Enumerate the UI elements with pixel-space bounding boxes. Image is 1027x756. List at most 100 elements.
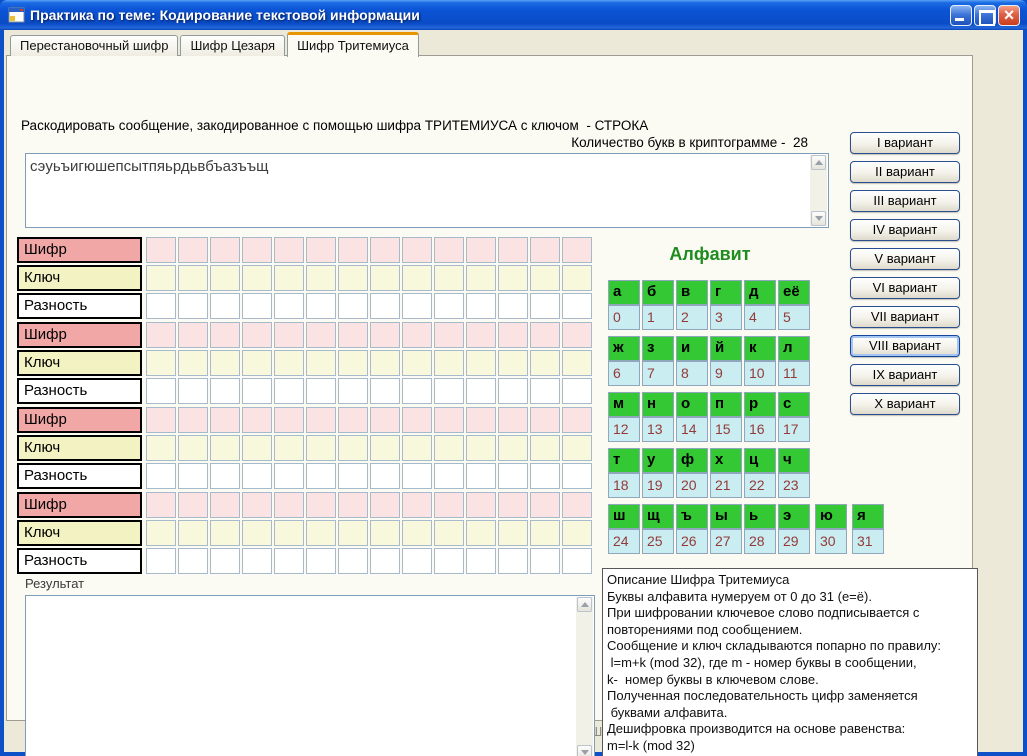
- alphabet-number-cell: 3: [710, 305, 742, 330]
- cipher-cell: [242, 548, 272, 574]
- cipher-cell: [562, 435, 592, 461]
- alphabet-number-cell: 2: [676, 305, 708, 330]
- cipher-cell: [306, 293, 336, 319]
- cipher-row: Разность: [17, 378, 594, 404]
- maximize-button[interactable]: [974, 5, 996, 26]
- scroll-up-button[interactable]: [577, 597, 592, 612]
- cipher-cell: [338, 520, 368, 546]
- alphabet-number-row: 67891011: [608, 361, 886, 386]
- tab-3[interactable]: Шифр Тритемиуса: [287, 32, 419, 57]
- cipher-cell: [434, 293, 464, 319]
- cipher-cell: [306, 520, 336, 546]
- alphabet-number-cell: 22: [744, 473, 776, 498]
- alphabet-number-cell: 12: [608, 417, 640, 442]
- cipher-cell: [210, 350, 240, 376]
- cipher-cell: [498, 293, 528, 319]
- cipher-cell: [178, 520, 208, 546]
- cipher-row: Шифр: [17, 322, 594, 348]
- variant-button-5[interactable]: V вариант: [850, 248, 960, 270]
- cipher-row-label: Шифр: [17, 492, 142, 518]
- cipher-cell: [530, 293, 560, 319]
- cipher-row: Шифр: [17, 407, 594, 433]
- cipher-cell: [402, 350, 432, 376]
- cipher-cell: [338, 463, 368, 489]
- cipher-cell: [338, 435, 368, 461]
- cipher-cell: [274, 548, 304, 574]
- scroll-down-icon: [581, 750, 589, 755]
- cipher-cell: [498, 463, 528, 489]
- alphabet-letter-cell: с: [778, 392, 810, 417]
- ciphertext-textarea[interactable]: сэуьъигюшепсытпяьрдьвбъазъъщ: [25, 153, 829, 228]
- close-button[interactable]: [998, 5, 1020, 26]
- alphabet-letter-cell: ю: [815, 504, 847, 529]
- tab-1[interactable]: Перестановочный шифр: [10, 35, 178, 56]
- cipher-cell: [210, 293, 240, 319]
- cipher-cell: [434, 548, 464, 574]
- cipher-cell: [274, 322, 304, 348]
- cipher-cell: [498, 435, 528, 461]
- cipher-row-cells: [146, 350, 594, 376]
- cipher-cell: [146, 378, 176, 404]
- cipher-cell: [434, 237, 464, 263]
- description-line: l=m+k (mod 32), где m - номер буквы в со…: [607, 655, 973, 672]
- variant-button-3[interactable]: III вариант: [850, 190, 960, 212]
- cipher-cell: [274, 265, 304, 291]
- description-line: Сообщение и ключ складываются попарно по…: [607, 638, 973, 655]
- alphabet-number-cell: 27: [710, 529, 742, 554]
- cipher-worktable: ШифрКлючРазностьШифрКлючРазностьШифрКлюч…: [17, 237, 594, 577]
- cipher-cell: [466, 378, 496, 404]
- cipher-cell: [562, 237, 592, 263]
- alphabet-letter-cell: т: [608, 448, 640, 473]
- cipher-cell: [402, 293, 432, 319]
- cipher-cell: [370, 492, 400, 518]
- result-textarea[interactable]: [25, 595, 595, 756]
- cipher-row-label: Ключ: [17, 520, 142, 546]
- alphabet-letter-cell: ж: [608, 336, 640, 361]
- cipher-cell: [338, 407, 368, 433]
- alphabet-letter-cell: её: [778, 280, 810, 305]
- cipher-cell: [274, 378, 304, 404]
- description-line: m=l-k (mod 32): [607, 738, 973, 755]
- cipher-cell: [402, 407, 432, 433]
- cipher-cell: [146, 407, 176, 433]
- cipher-cell: [210, 265, 240, 291]
- alphabet-number-cell: 17: [778, 417, 810, 442]
- cipher-cell: [402, 322, 432, 348]
- cipher-row: Разность: [17, 548, 594, 574]
- alphabet-number-cell: 15: [710, 417, 742, 442]
- alphabet-row-pair: туфхцч181920212223: [608, 448, 886, 498]
- alphabet-number-cell: 26: [676, 529, 708, 554]
- cipher-cell: [338, 492, 368, 518]
- cipher-cell: [434, 492, 464, 518]
- alphabet-letter-cell: ъ: [676, 504, 708, 529]
- cipher-cell: [530, 520, 560, 546]
- variant-button-1[interactable]: I вариант: [850, 132, 960, 154]
- cipher-cell: [146, 293, 176, 319]
- cipher-cell: [562, 350, 592, 376]
- tab-2[interactable]: Шифр Цезаря: [180, 35, 285, 56]
- variant-button-2[interactable]: II вариант: [850, 161, 960, 183]
- cipher-cell: [274, 350, 304, 376]
- alphabet-letter-row: туфхцч: [608, 448, 886, 473]
- scroll-down-button[interactable]: [811, 211, 826, 226]
- alphabet-number-cell: 19: [642, 473, 674, 498]
- cipher-cell: [146, 492, 176, 518]
- cipher-cell: [306, 237, 336, 263]
- cipher-cell: [370, 350, 400, 376]
- cipher-cell: [370, 548, 400, 574]
- scroll-down-button[interactable]: [577, 745, 592, 756]
- cipher-cell: [306, 435, 336, 461]
- cipher-cell: [274, 293, 304, 319]
- letter-count-label: Количество букв в криптограмме - 28: [507, 135, 808, 150]
- alphabet-letter-row: жзийкл: [608, 336, 886, 361]
- alphabet-number-cell: 4: [744, 305, 776, 330]
- scroll-up-button[interactable]: [811, 155, 826, 170]
- task-instruction: Раскодировать сообщение, закодированное …: [21, 118, 648, 133]
- minimize-button[interactable]: [950, 5, 972, 26]
- alphabet-letter-cell: э: [778, 504, 810, 529]
- cipher-cell: [466, 407, 496, 433]
- cipher-cell: [306, 265, 336, 291]
- vertical-scrollbar[interactable]: [576, 597, 593, 756]
- vertical-scrollbar[interactable]: [810, 155, 827, 226]
- variant-button-4[interactable]: IV вариант: [850, 219, 960, 241]
